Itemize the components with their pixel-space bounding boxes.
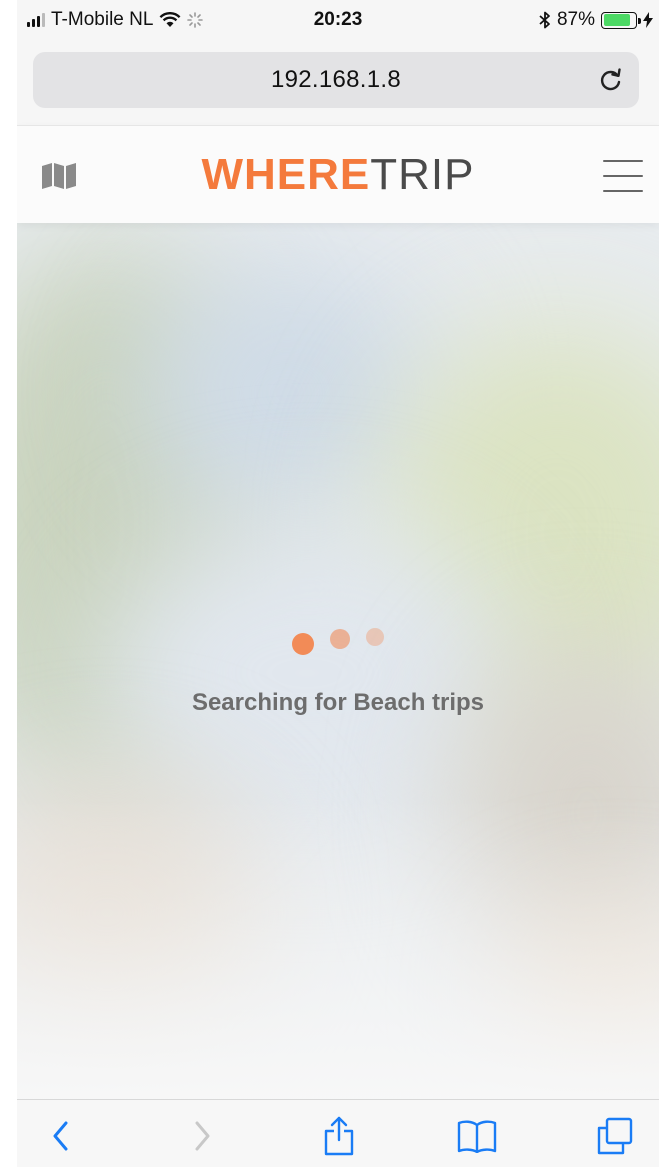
signal-strength-icon <box>27 13 45 27</box>
url-text[interactable]: 192.168.1.8 <box>271 66 401 94</box>
app-header: WHERETRIP <box>17 125 659 223</box>
carrier-label: T-Mobile NL <box>51 9 154 30</box>
logo-primary-text: WHERE <box>201 149 371 199</box>
forward-button[interactable] <box>180 1114 224 1158</box>
logo-secondary-text: TRIP <box>370 149 475 199</box>
status-bar: T-Mobile NL 20:23 87% <box>17 0 659 40</box>
hamburger-menu-icon[interactable] <box>603 160 643 192</box>
map-icon[interactable] <box>41 162 77 190</box>
back-button[interactable] <box>39 1114 83 1158</box>
bluetooth-icon <box>539 11 550 29</box>
reload-icon[interactable] <box>597 66 625 94</box>
loading-message: Searching for Beach trips <box>191 689 485 716</box>
battery-percent: 87% <box>556 9 595 30</box>
bookmarks-button[interactable] <box>455 1114 499 1158</box>
tabs-icon <box>597 1117 633 1155</box>
loading-background: Searching for Beach trips <box>17 223 659 1099</box>
battery-icon <box>601 11 641 29</box>
loading-indicator <box>292 623 384 655</box>
share-button[interactable] <box>317 1114 361 1158</box>
wifi-icon <box>159 12 181 27</box>
back-chevron-icon <box>53 1121 68 1151</box>
loading-dot <box>292 633 314 655</box>
phone-screen: T-Mobile NL 20:23 87% 192.168.1.8 WHERET… <box>17 0 659 1167</box>
browser-toolbar <box>17 1099 659 1167</box>
activity-spinner-icon <box>187 12 204 28</box>
address-bar[interactable]: 192.168.1.8 <box>33 52 639 108</box>
loading-dot <box>330 629 350 649</box>
share-icon <box>324 1116 354 1156</box>
app-logo[interactable]: WHERETRIP <box>201 149 475 199</box>
forward-chevron-icon <box>195 1121 210 1151</box>
charging-bolt-icon <box>643 12 653 28</box>
bookmarks-book-icon <box>457 1120 497 1153</box>
tabs-button[interactable] <box>593 1114 637 1158</box>
loading-dot <box>366 628 384 646</box>
